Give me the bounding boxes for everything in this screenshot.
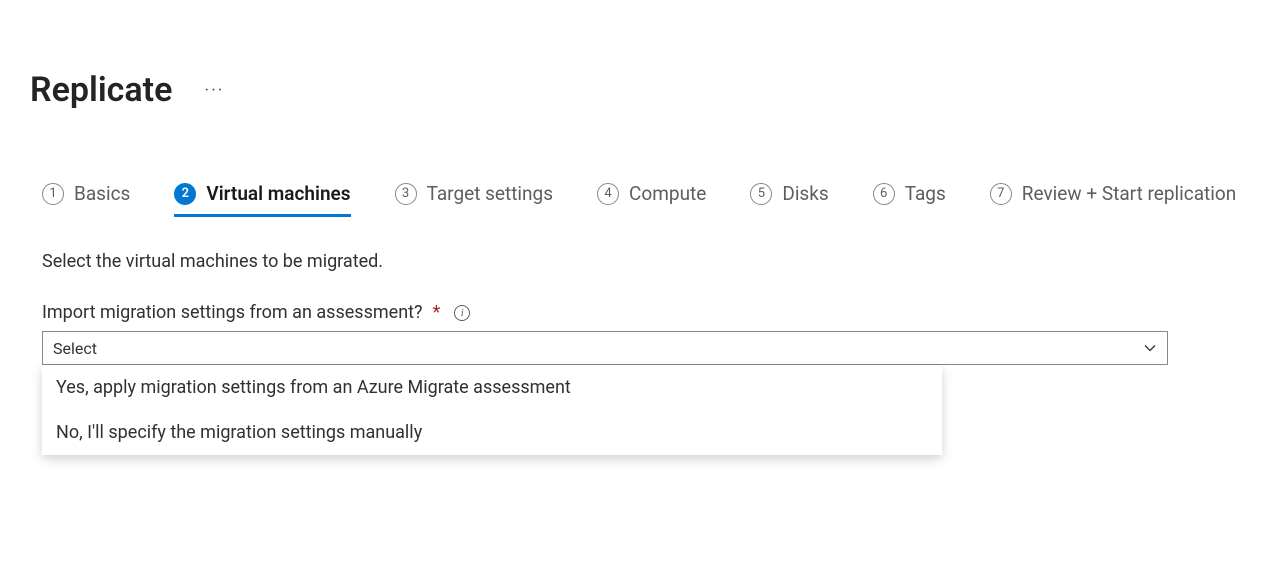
tab-label: Review + Start replication [1022,182,1236,205]
tab-label: Virtual machines [206,182,350,205]
dropdown-option[interactable]: Yes, apply migration settings from an Az… [42,365,942,410]
tab-step-2[interactable]: 2 Virtual machines [174,182,350,215]
dropdown-option[interactable]: No, I'll specify the migration settings … [42,410,942,455]
step-tabs: 1 Basics 2 Virtual machines 3 Target settings… [30,182,1254,215]
import-settings-select[interactable]: Select [42,331,1168,365]
tab-step-5[interactable]: 5 Disks [750,182,828,215]
step-number-badge: 4 [597,183,619,205]
select-value: Select [53,339,97,358]
step-number-badge: 7 [990,183,1012,205]
tab-label: Tags [905,182,946,205]
page-title: Replicate [30,70,172,110]
tab-step-4[interactable]: 4 Compute [597,182,706,215]
tab-step-3[interactable]: 3 Target settings [395,182,553,215]
info-icon[interactable]: i [454,305,470,321]
chevron-down-icon [1143,341,1157,355]
import-settings-label: Import migration settings from an assess… [42,302,423,323]
tab-label: Target settings [427,182,553,205]
content-subtitle: Select the virtual machines to be migrat… [42,251,1254,272]
required-indicator: * [433,302,441,323]
step-number-badge: 6 [873,183,895,205]
more-actions-icon[interactable]: ··· [200,76,228,105]
tab-label: Disks [782,182,828,205]
tab-step-1[interactable]: 1 Basics [42,182,130,215]
tab-step-7[interactable]: 7 Review + Start replication [990,182,1236,215]
step-number-badge: 1 [42,183,64,205]
tab-label: Compute [629,182,706,205]
step-number-badge: 2 [174,183,196,205]
import-settings-dropdown: Yes, apply migration settings from an Az… [42,365,942,455]
page-header: Replicate ··· [30,70,1254,110]
tab-step-6[interactable]: 6 Tags [873,182,946,215]
step-number-badge: 3 [395,183,417,205]
tab-label: Basics [74,182,130,205]
import-settings-label-row: Import migration settings from an assess… [42,302,1254,323]
step-number-badge: 5 [750,183,772,205]
